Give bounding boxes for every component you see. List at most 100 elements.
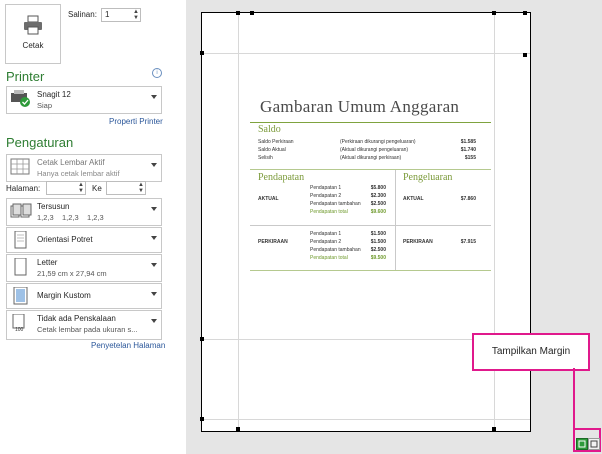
scaling-icon: 100 — [12, 314, 25, 332]
chevron-down-icon — [151, 292, 157, 296]
income-item-label: Pendapatan 1 — [310, 231, 342, 237]
info-icon[interactable]: i — [152, 68, 162, 78]
income-item-value: $1.500 — [370, 239, 386, 245]
margin-handle[interactable] — [200, 337, 204, 341]
margin-handle[interactable] — [236, 427, 240, 431]
income-item-label: Pendapatan tambahan — [310, 247, 361, 253]
collate-dropdown[interactable]: Tersusun 1,2,3 1,2,3 1,2,3 — [6, 198, 162, 226]
income-total-value: $9.600 — [370, 209, 386, 215]
print-scope-dropdown[interactable]: Cetak Lembar Aktif Hanya cetak lembar ak… — [6, 154, 162, 182]
show-margins-button[interactable] — [576, 438, 588, 450]
margin-handle[interactable] — [236, 11, 240, 15]
saldo-heading: Saldo — [258, 124, 281, 135]
portrait-page-icon — [14, 231, 27, 249]
margin-handle[interactable] — [250, 11, 254, 15]
margin-handle[interactable] — [200, 51, 204, 55]
copies-value: 1 — [105, 10, 110, 19]
orientation-label: Orientasi Potret — [37, 235, 93, 244]
collate-title: Tersusun — [37, 202, 70, 211]
margin-handle[interactable] — [523, 11, 527, 15]
pengeluaran-heading: Pengeluaran — [403, 172, 453, 183]
scaling-desc: Cetak lembar pada ukuran s... — [37, 325, 138, 334]
page-setup-link[interactable]: Penyetelan Halaman — [91, 341, 165, 350]
paper-size-dims: 21,59 cm x 27,94 cm — [37, 269, 107, 278]
printer-properties-link[interactable]: Properti Printer — [109, 117, 163, 126]
paper-icon — [14, 258, 27, 276]
callout-line — [573, 368, 575, 430]
copies-label: Salinan: — [68, 10, 97, 19]
chevron-down-icon — [151, 163, 157, 167]
show-margins-callout: Tampilkan Margin — [472, 333, 590, 371]
printer-icon — [24, 15, 42, 35]
printer-ready-icon — [11, 90, 30, 107]
collate-icon — [10, 203, 32, 218]
income-item-label: Pendapatan 1 — [310, 185, 342, 191]
pages-to-stepper[interactable]: ▲ ▼ — [106, 181, 146, 195]
chevron-down-icon — [151, 236, 157, 240]
printer-status: Siap — [37, 101, 53, 110]
saldo-value: $1.740 — [460, 147, 476, 153]
saldo-label: Saldo Perkiraan — [258, 139, 294, 145]
orientation-dropdown[interactable]: Orientasi Potret — [6, 227, 162, 253]
zoom-to-page-button[interactable] — [588, 438, 600, 450]
settings-heading: Pengaturan — [6, 135, 74, 150]
income-item-value: $1.500 — [370, 231, 386, 237]
margin-handle[interactable] — [492, 11, 496, 15]
saldo-label: Selisih — [258, 155, 273, 161]
paper-size-dropdown[interactable]: Letter 21,59 cm x 27,94 cm — [6, 254, 162, 282]
printer-dropdown[interactable]: Snagit 12 Siap — [6, 86, 162, 114]
zoom-page-icon — [590, 440, 598, 448]
document-title: Gambaran Umum Anggaran — [260, 97, 460, 116]
expense-estimate-value: $7.915 — [460, 239, 476, 245]
print-scope-title: Cetak Lembar Aktif — [37, 158, 105, 167]
margin-guide-left[interactable] — [238, 13, 239, 431]
expense-actual-label: AKTUAL — [403, 196, 424, 202]
pages-label: Halaman: — [6, 184, 41, 193]
chevron-down-icon — [151, 95, 157, 99]
income-item-label: Pendapatan 2 — [310, 193, 342, 199]
scaling-title: Tidak ada Penskalaan — [37, 314, 116, 323]
section-rule — [250, 122, 491, 123]
scaling-dropdown[interactable]: 100 Tidak ada Penskalaan Cetak lembar pa… — [6, 310, 162, 340]
copies-stepper[interactable]: 1 ▲ ▼ — [101, 8, 141, 22]
margin-handle[interactable] — [523, 53, 527, 57]
margin-handle[interactable] — [200, 417, 204, 421]
margin-guide-top[interactable] — [202, 53, 530, 54]
margin-handle[interactable] — [492, 427, 496, 431]
saldo-note: (Perkiraan dikurangi pengeluaran) — [340, 139, 416, 145]
income-total-label: Pendapatan total — [310, 255, 348, 261]
chevron-down-icon — [151, 319, 157, 323]
income-total-value: $9.500 — [370, 255, 386, 261]
printer-name: Snagit 12 — [37, 90, 71, 99]
collate-sub: 1,2,3 1,2,3 1,2,3 — [37, 213, 104, 222]
income-item-value: $2.500 — [370, 247, 386, 253]
print-scope-desc: Hanya cetak lembar aktif — [37, 169, 120, 178]
income-item-label: Pendapatan 2 — [310, 239, 342, 245]
saldo-note: (Aktual dikurangi pengeluaran) — [340, 147, 409, 153]
actual-label: AKTUAL — [258, 196, 279, 202]
margins-label: Margin Kustom — [37, 291, 91, 300]
section-rule — [250, 169, 491, 170]
print-button[interactable]: Cetak — [5, 4, 61, 64]
print-settings-panel: Cetak Salinan: 1 ▲ ▼ Printer i Snagit 12 … — [0, 0, 186, 454]
sheet-grid-icon — [10, 158, 30, 175]
margin-guide-footer[interactable] — [202, 419, 530, 420]
pages-from-stepper[interactable]: ▲ ▼ — [46, 181, 86, 195]
paper-size-title: Letter — [37, 258, 58, 267]
pendapatan-heading: Pendapatan — [258, 172, 305, 183]
callout-line — [573, 428, 601, 430]
stepper-arrows-icon[interactable]: ▲ ▼ — [133, 9, 139, 21]
svg-text:100: 100 — [15, 327, 24, 332]
stepper-arrows-icon[interactable]: ▲ ▼ — [138, 182, 144, 194]
income-item-value: $5.800 — [370, 185, 386, 191]
section-rule — [250, 270, 491, 271]
chevron-down-icon — [151, 263, 157, 267]
saldo-value: $155 — [464, 155, 476, 161]
margins-icon — [13, 287, 28, 305]
printer-heading: Printer — [6, 69, 45, 84]
chevron-down-icon — [151, 207, 157, 211]
stepper-arrows-icon[interactable]: ▲ ▼ — [78, 182, 84, 194]
saldo-label: Saldo Aktual — [258, 147, 286, 153]
show-margins-icon — [578, 440, 586, 448]
margins-dropdown[interactable]: Margin Kustom — [6, 283, 162, 309]
